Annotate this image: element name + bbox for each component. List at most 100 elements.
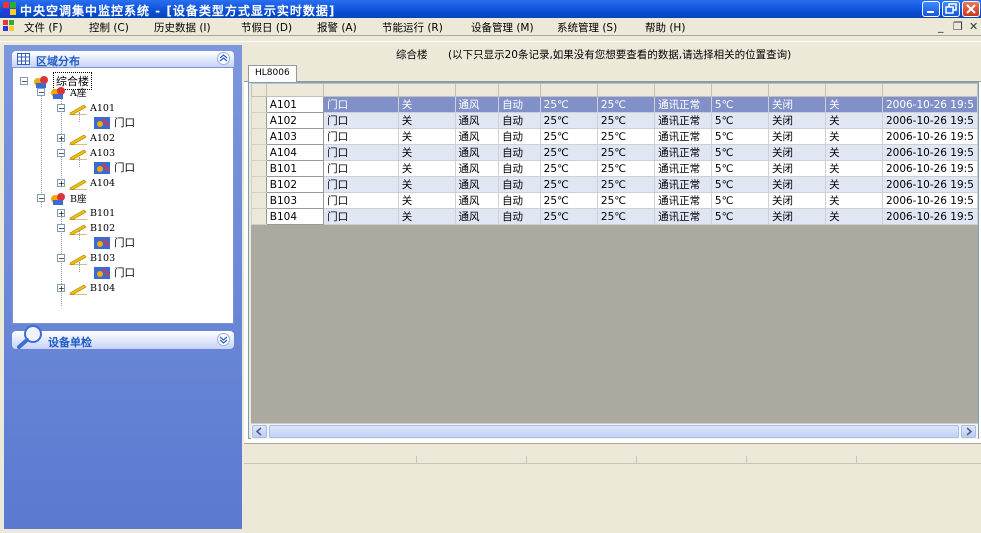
table-cell[interactable]: 通风 [454, 144, 500, 161]
table-cell[interactable]: 门口 [323, 176, 399, 193]
table-cell[interactable]: 关 [825, 160, 883, 177]
tree-node-b101[interactable]: + B101 [57, 206, 115, 220]
table-cell[interactable]: 关闭 [767, 128, 827, 145]
table-cell[interactable]: 关 [825, 192, 883, 209]
title-bar[interactable]: 中央空调集中监控系统 - [设备类型方式显示实时数据] [0, 0, 981, 18]
menu-system[interactable]: 系统管理 (S) [557, 20, 617, 35]
table-cell[interactable]: 25℃ [596, 208, 656, 225]
collapse-icon[interactable]: − [57, 224, 65, 233]
table-cell[interactable]: A101 [265, 96, 325, 113]
table-cell[interactable]: 5℃ [710, 208, 769, 225]
tree-node-door[interactable]: 门口 [93, 160, 135, 175]
table-cell[interactable]: 2006-10-26 19:5 [881, 192, 978, 209]
table-cell[interactable]: 2006-10-26 19:5 [881, 208, 978, 225]
table-cell[interactable]: 通风 [454, 128, 500, 145]
menu-help[interactable]: 帮助 (H) [645, 20, 685, 35]
collapse-icon[interactable]: − [57, 149, 65, 158]
table-cell[interactable]: 关闭 [767, 96, 827, 113]
table-cell[interactable]: 通讯正常 [654, 96, 712, 113]
table-cell[interactable]: 2006-10-26 19:5 [881, 176, 978, 193]
table-cell[interactable]: 25℃ [596, 176, 656, 193]
table-cell[interactable]: 关 [397, 144, 456, 161]
tree-node-b102[interactable]: − B102 [57, 221, 115, 235]
table-cell[interactable]: 25℃ [539, 160, 598, 177]
table-cell[interactable]: 门口 [323, 160, 399, 177]
table-cell[interactable]: 自动 [498, 208, 541, 225]
scroll-right-button[interactable] [961, 425, 976, 438]
expand-icon[interactable]: + [57, 134, 65, 143]
table-cell[interactable]: 关 [397, 112, 456, 129]
table-cell[interactable]: 自动 [498, 128, 541, 145]
table-cell[interactable]: 门口 [323, 112, 399, 129]
expand-icon[interactable]: + [57, 179, 65, 188]
tree-node-b104[interactable]: + B104 [57, 281, 115, 295]
table-row[interactable]: A102 门口关通风 自动 25℃ 25℃ 通讯正常 5℃ 关闭关 2006-10-26 19:… [251, 112, 978, 129]
area-panel-header[interactable]: 区域分布 [12, 51, 234, 68]
table-cell[interactable]: 关闭 [767, 112, 827, 129]
table-cell[interactable]: 25℃ [596, 128, 656, 145]
table-cell[interactable]: 通讯正常 [654, 112, 712, 129]
tree-node-a102[interactable]: + A102 [57, 131, 115, 145]
device-expand-button[interactable] [217, 333, 230, 346]
table-cell[interactable]: 25℃ [539, 96, 598, 113]
device-panel-header[interactable]: 设备单检 [12, 325, 234, 349]
table-row[interactable]: B101 门口关通风 自动 25℃ 25℃ 通讯正常 5℃ 关闭关 2006-10-26 19:… [251, 160, 978, 177]
table-cell[interactable]: 25℃ [596, 160, 656, 177]
row-header[interactable] [251, 176, 267, 193]
table-cell[interactable]: 5℃ [710, 112, 769, 129]
table-cell[interactable]: 关闭 [767, 176, 827, 193]
table-cell[interactable]: 自动 [498, 176, 541, 193]
table-cell[interactable]: 关 [825, 96, 883, 113]
table-cell[interactable]: 5℃ [710, 128, 769, 145]
table-row[interactable]: A101 门口关通风 自动 25℃ 25℃ 通讯正常 5℃ 关闭关 2006-10-26 19:… [251, 96, 978, 113]
table-cell[interactable]: 5℃ [710, 144, 769, 161]
restore-button[interactable] [942, 1, 960, 17]
table-row[interactable]: A103 门口关通风 自动 25℃ 25℃ 通讯正常 5℃ 关闭关 2006-10-26 19:… [251, 128, 978, 145]
table-cell[interactable]: B103 [265, 192, 325, 209]
table-row[interactable]: B103 门口关通风 自动 25℃ 25℃ 通讯正常 5℃ 关闭关 2006-10-26 19:… [251, 192, 978, 209]
table-cell[interactable]: B104 [265, 208, 325, 225]
table-cell[interactable]: 自动 [498, 144, 541, 161]
table-cell[interactable]: 通风 [454, 112, 500, 129]
table-cell[interactable]: 关闭 [767, 144, 827, 161]
horizontal-scrollbar[interactable] [251, 423, 978, 439]
row-header[interactable] [251, 192, 267, 209]
tree-node-a104[interactable]: + A104 [57, 176, 115, 190]
table-cell[interactable]: 关 [825, 128, 883, 145]
menu-alarm[interactable]: 报警 (A) [317, 20, 357, 35]
table-cell[interactable]: 通讯正常 [654, 208, 712, 225]
table-cell[interactable]: 通风 [454, 160, 500, 177]
table-cell[interactable]: 25℃ [596, 144, 656, 161]
table-cell[interactable]: 25℃ [539, 192, 598, 209]
table-cell[interactable]: 自动 [498, 160, 541, 177]
table-cell[interactable]: 关 [825, 208, 883, 225]
expand-icon[interactable]: + [57, 284, 65, 293]
menu-device[interactable]: 设备管理 (M) [471, 20, 534, 35]
table-cell[interactable]: 门口 [323, 192, 399, 209]
table-cell[interactable]: A102 [265, 112, 325, 129]
bottom-list[interactable] [244, 464, 981, 533]
table-cell[interactable]: 2006-10-26 19:5 [881, 128, 978, 145]
data-grid[interactable]: A101 门口关通风 自动 25℃ 25℃ 通讯正常 5℃ 关闭关 2006-10-26 19:… [251, 83, 978, 423]
table-cell[interactable]: 关 [825, 144, 883, 161]
collapse-icon[interactable]: − [37, 194, 45, 203]
table-cell[interactable]: 关 [825, 176, 883, 193]
mdi-document-icon[interactable] [3, 20, 15, 32]
table-cell[interactable]: 5℃ [710, 192, 769, 209]
table-cell[interactable]: 自动 [498, 112, 541, 129]
table-cell[interactable]: 通讯正常 [654, 160, 712, 177]
expand-icon[interactable]: + [57, 209, 65, 218]
table-cell[interactable]: 5℃ [710, 160, 769, 177]
tree-node-a101[interactable]: − A101 [57, 101, 115, 115]
table-cell[interactable]: 通讯正常 [654, 176, 712, 193]
minimize-button[interactable] [922, 1, 940, 17]
table-cell[interactable]: 25℃ [596, 112, 656, 129]
table-cell[interactable]: B102 [265, 176, 325, 193]
tab-hl8006[interactable]: HL8006 [248, 65, 297, 82]
table-cell[interactable]: 25℃ [539, 128, 598, 145]
table-cell[interactable]: 通讯正常 [654, 144, 712, 161]
table-cell[interactable]: 门口 [323, 128, 399, 145]
table-cell[interactable]: 25℃ [539, 176, 598, 193]
table-cell[interactable]: 25℃ [596, 96, 656, 113]
table-cell[interactable]: 2006-10-26 19:5 [881, 96, 978, 113]
